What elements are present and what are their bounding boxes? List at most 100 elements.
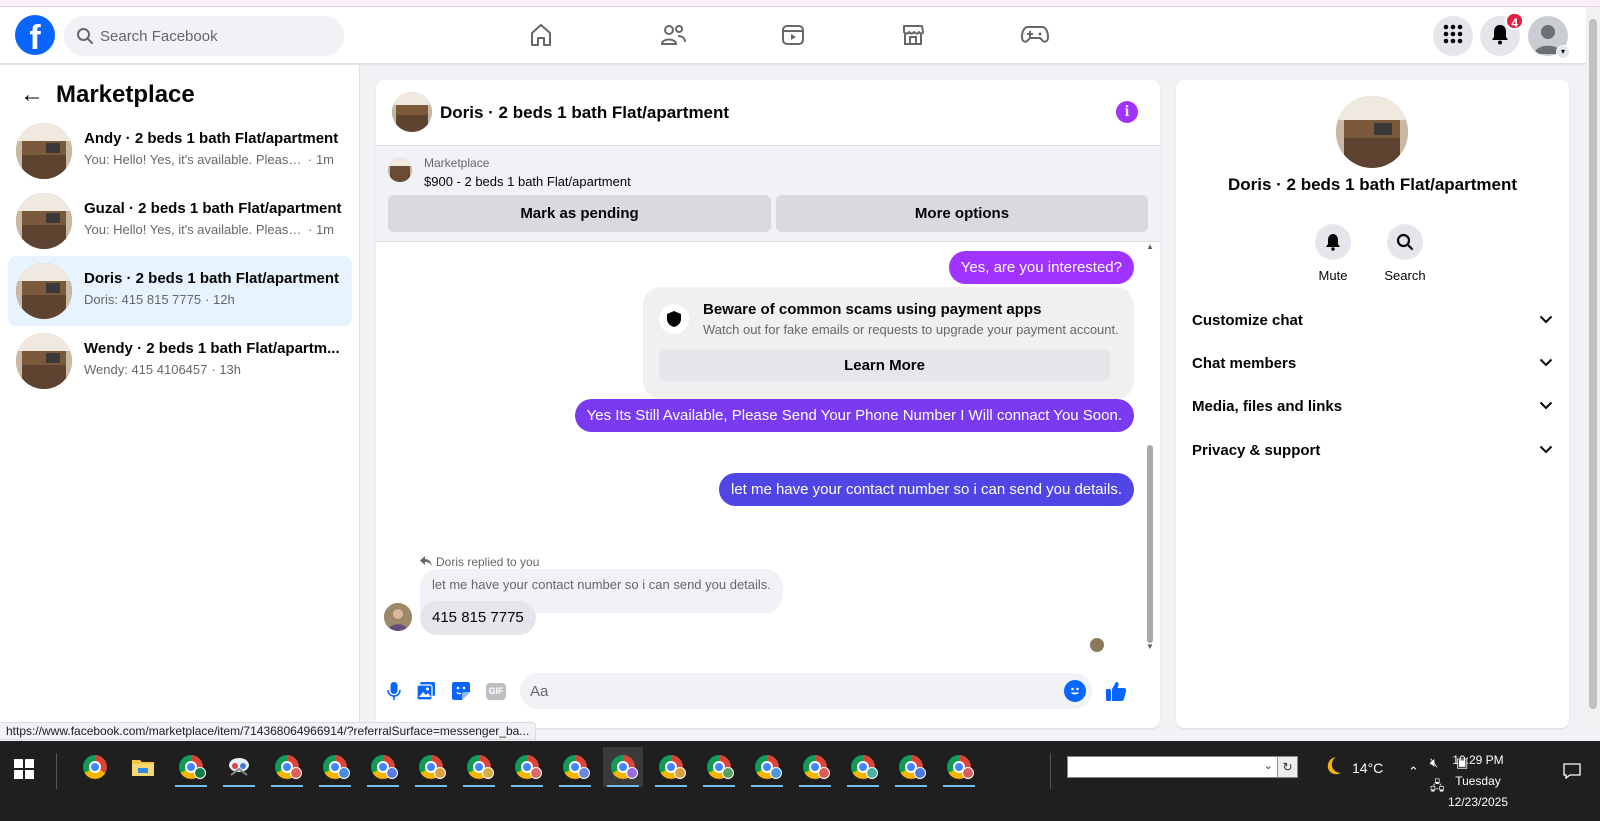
more-options-button[interactable]: More options bbox=[776, 195, 1148, 232]
refresh-icon[interactable]: ↻ bbox=[1277, 757, 1297, 777]
chrome-profile-taskbar-icon[interactable] bbox=[171, 747, 211, 787]
notifications-button[interactable]: 4 bbox=[1480, 12, 1524, 56]
sender-avatar[interactable] bbox=[384, 603, 412, 631]
search-label: Search bbox=[1384, 268, 1426, 283]
microphone-icon[interactable] bbox=[382, 679, 406, 703]
chrome-profile-taskbar-icon[interactable] bbox=[795, 747, 835, 787]
conversation-item-guzal[interactable]: Guzal · 2 beds 1 bath Flat/apartment You… bbox=[8, 186, 352, 256]
conversation-preview: Doris: 415 815 7775 · 12h bbox=[84, 292, 344, 307]
chrome-profile-taskbar-icon[interactable] bbox=[939, 747, 979, 787]
row-label: Media, files and links bbox=[1192, 397, 1343, 415]
menu-grid-button[interactable] bbox=[1433, 16, 1473, 56]
info-icon[interactable]: i bbox=[1116, 101, 1138, 123]
thumbs-up-icon[interactable] bbox=[1104, 679, 1128, 703]
page-scrollbar-thumb[interactable] bbox=[1589, 19, 1597, 709]
chrome-taskbar-icon[interactable] bbox=[75, 747, 115, 787]
search-action[interactable]: Search bbox=[1377, 224, 1433, 283]
chrome-profile-taskbar-icon[interactable] bbox=[411, 747, 451, 787]
listing-photo[interactable] bbox=[1336, 96, 1408, 168]
volume-muted-icon[interactable]: 🔇︎ bbox=[1430, 755, 1438, 771]
outgoing-message[interactable]: let me have your contact number so i can… bbox=[718, 473, 1134, 506]
media-files-links-row[interactable]: Media, files and links bbox=[1184, 386, 1561, 426]
friends-icon[interactable] bbox=[655, 19, 691, 51]
bell-icon[interactable] bbox=[1315, 224, 1351, 260]
listing-price-title[interactable]: $900 - 2 beds 1 bath Flat/apartment bbox=[424, 174, 631, 189]
scroll-down-arrow-icon[interactable]: ▼ bbox=[1146, 643, 1154, 651]
facebook-logo[interactable]: f bbox=[15, 15, 55, 55]
chrome-profile-taskbar-icon[interactable] bbox=[699, 747, 739, 787]
scroll-up-arrow-icon[interactable]: ▲ bbox=[1146, 243, 1154, 251]
chrome-profile-taskbar-icon[interactable] bbox=[363, 747, 403, 787]
account-chevron-down-icon[interactable]: ▾ bbox=[1556, 45, 1570, 59]
gif-icon[interactable]: GIF bbox=[484, 679, 508, 703]
conversation-info-panel: Doris · 2 beds 1 bath Flat/apartment Mut… bbox=[1176, 80, 1569, 728]
chrome-profile-taskbar-icon[interactable] bbox=[267, 747, 307, 787]
listing-banner: Marketplace $900 - 2 beds 1 bath Flat/ap… bbox=[376, 146, 1160, 242]
chat-members-row[interactable]: Chat members bbox=[1184, 343, 1561, 383]
dropdown-arrow-icon[interactable]: ⌄ bbox=[1264, 759, 1273, 772]
search-input[interactable] bbox=[100, 16, 330, 56]
mark-as-pending-button[interactable]: Mark as pending bbox=[388, 195, 771, 232]
chrome-profile-taskbar-icon[interactable] bbox=[459, 747, 499, 787]
chrome-profile-taskbar-icon[interactable] bbox=[555, 747, 595, 787]
weather-widget[interactable]: 14°C bbox=[1322, 755, 1383, 780]
message-list[interactable]: Yes, are you interested? Beware of commo… bbox=[376, 243, 1160, 663]
temperature-text: 14°C bbox=[1352, 759, 1384, 776]
privacy-support-row[interactable]: Privacy & support bbox=[1184, 430, 1561, 470]
chrome-profile-taskbar-icon[interactable] bbox=[507, 747, 547, 787]
conversation-item-doris[interactable]: Doris · 2 beds 1 bath Flat/apartment Dor… bbox=[8, 256, 352, 326]
chrome-profile-taskbar-icon[interactable] bbox=[651, 747, 691, 787]
conversation-title: Wendy · 2 beds 1 bath Flat/apartm... bbox=[84, 340, 340, 357]
chrome-profile-taskbar-icon[interactable] bbox=[891, 747, 931, 787]
outgoing-message[interactable]: Yes Its Still Available, Please Send You… bbox=[574, 399, 1134, 432]
mute-label: Mute bbox=[1318, 268, 1348, 283]
facebook-logo-letter: f bbox=[29, 19, 41, 55]
customize-chat-row[interactable]: Customize chat bbox=[1184, 300, 1561, 340]
status-bar-url: https://www.facebook.com/marketplace/ite… bbox=[0, 722, 537, 740]
chrome-profile-taskbar-icon[interactable] bbox=[843, 747, 883, 787]
incoming-message[interactable]: 415 815 7775 bbox=[420, 601, 536, 635]
chevron-up-icon[interactable]: ⌃ bbox=[1408, 764, 1419, 780]
clock-time[interactable]: 10:29 PM bbox=[1438, 753, 1518, 767]
photo-icon[interactable] bbox=[414, 679, 438, 703]
learn-more-button[interactable]: Learn More bbox=[659, 349, 1110, 381]
conversation-item-wendy[interactable]: Wendy · 2 beds 1 bath Flat/apartm... Wen… bbox=[8, 326, 352, 396]
listing-thumbnail-small[interactable] bbox=[388, 158, 412, 182]
conversation-item-andy[interactable]: Andy · 2 beds 1 bath Flat/apartment You:… bbox=[8, 116, 352, 186]
chrome-profile-taskbar-icon[interactable] bbox=[315, 747, 355, 787]
chat-listing-avatar[interactable] bbox=[392, 92, 432, 132]
outgoing-message[interactable]: Yes, are you interested? bbox=[948, 251, 1134, 284]
marketplace-icon[interactable] bbox=[895, 19, 931, 51]
file-explorer-taskbar-icon[interactable] bbox=[123, 747, 163, 787]
chrome-profile-taskbar-icon[interactable] bbox=[747, 747, 787, 787]
search-box[interactable] bbox=[64, 16, 344, 56]
notification-center-icon[interactable] bbox=[1563, 763, 1581, 782]
preview-text: You: Hello! Yes, it's available. Please … bbox=[84, 222, 304, 237]
message-input-box[interactable] bbox=[520, 673, 1092, 709]
browser-top-strip bbox=[0, 0, 1600, 7]
taskbar-divider bbox=[56, 753, 57, 789]
emoji-icon[interactable] bbox=[1064, 680, 1086, 702]
sticker-icon[interactable] bbox=[449, 679, 473, 703]
home-icon[interactable] bbox=[523, 19, 559, 51]
scrollbar-thumb[interactable] bbox=[1147, 445, 1153, 643]
windows-start-icon[interactable] bbox=[14, 759, 34, 779]
chevron-down-icon bbox=[1539, 397, 1553, 415]
listing-thumbnail bbox=[16, 123, 72, 179]
info-panel-title: Doris · 2 beds 1 bath Flat/apartment bbox=[1227, 175, 1518, 194]
message-input[interactable] bbox=[530, 673, 1050, 709]
gaming-icon[interactable] bbox=[1017, 19, 1053, 51]
back-arrow-icon[interactable]: ← bbox=[20, 83, 44, 107]
taskbar-address-box[interactable]: ⌄ ↻ bbox=[1067, 756, 1298, 778]
search-icon[interactable] bbox=[1387, 224, 1423, 260]
reply-indicator: Doris replied to you bbox=[420, 555, 539, 569]
mute-action[interactable]: Mute bbox=[1305, 224, 1361, 283]
app-taskbar-icon[interactable] bbox=[219, 747, 259, 787]
page-scrollbar[interactable] bbox=[1586, 7, 1600, 727]
video-icon[interactable] bbox=[775, 19, 811, 51]
chat-panel: Doris · 2 beds 1 bath Flat/apartment i M… bbox=[376, 80, 1160, 728]
chrome-profile-taskbar-icon-active[interactable] bbox=[603, 747, 643, 787]
chat-title[interactable]: Doris · 2 beds 1 bath Flat/apartment bbox=[440, 103, 729, 123]
reply-arrow-icon bbox=[420, 555, 432, 569]
message-scrollbar[interactable]: ▲ ▼ bbox=[1146, 243, 1154, 663]
